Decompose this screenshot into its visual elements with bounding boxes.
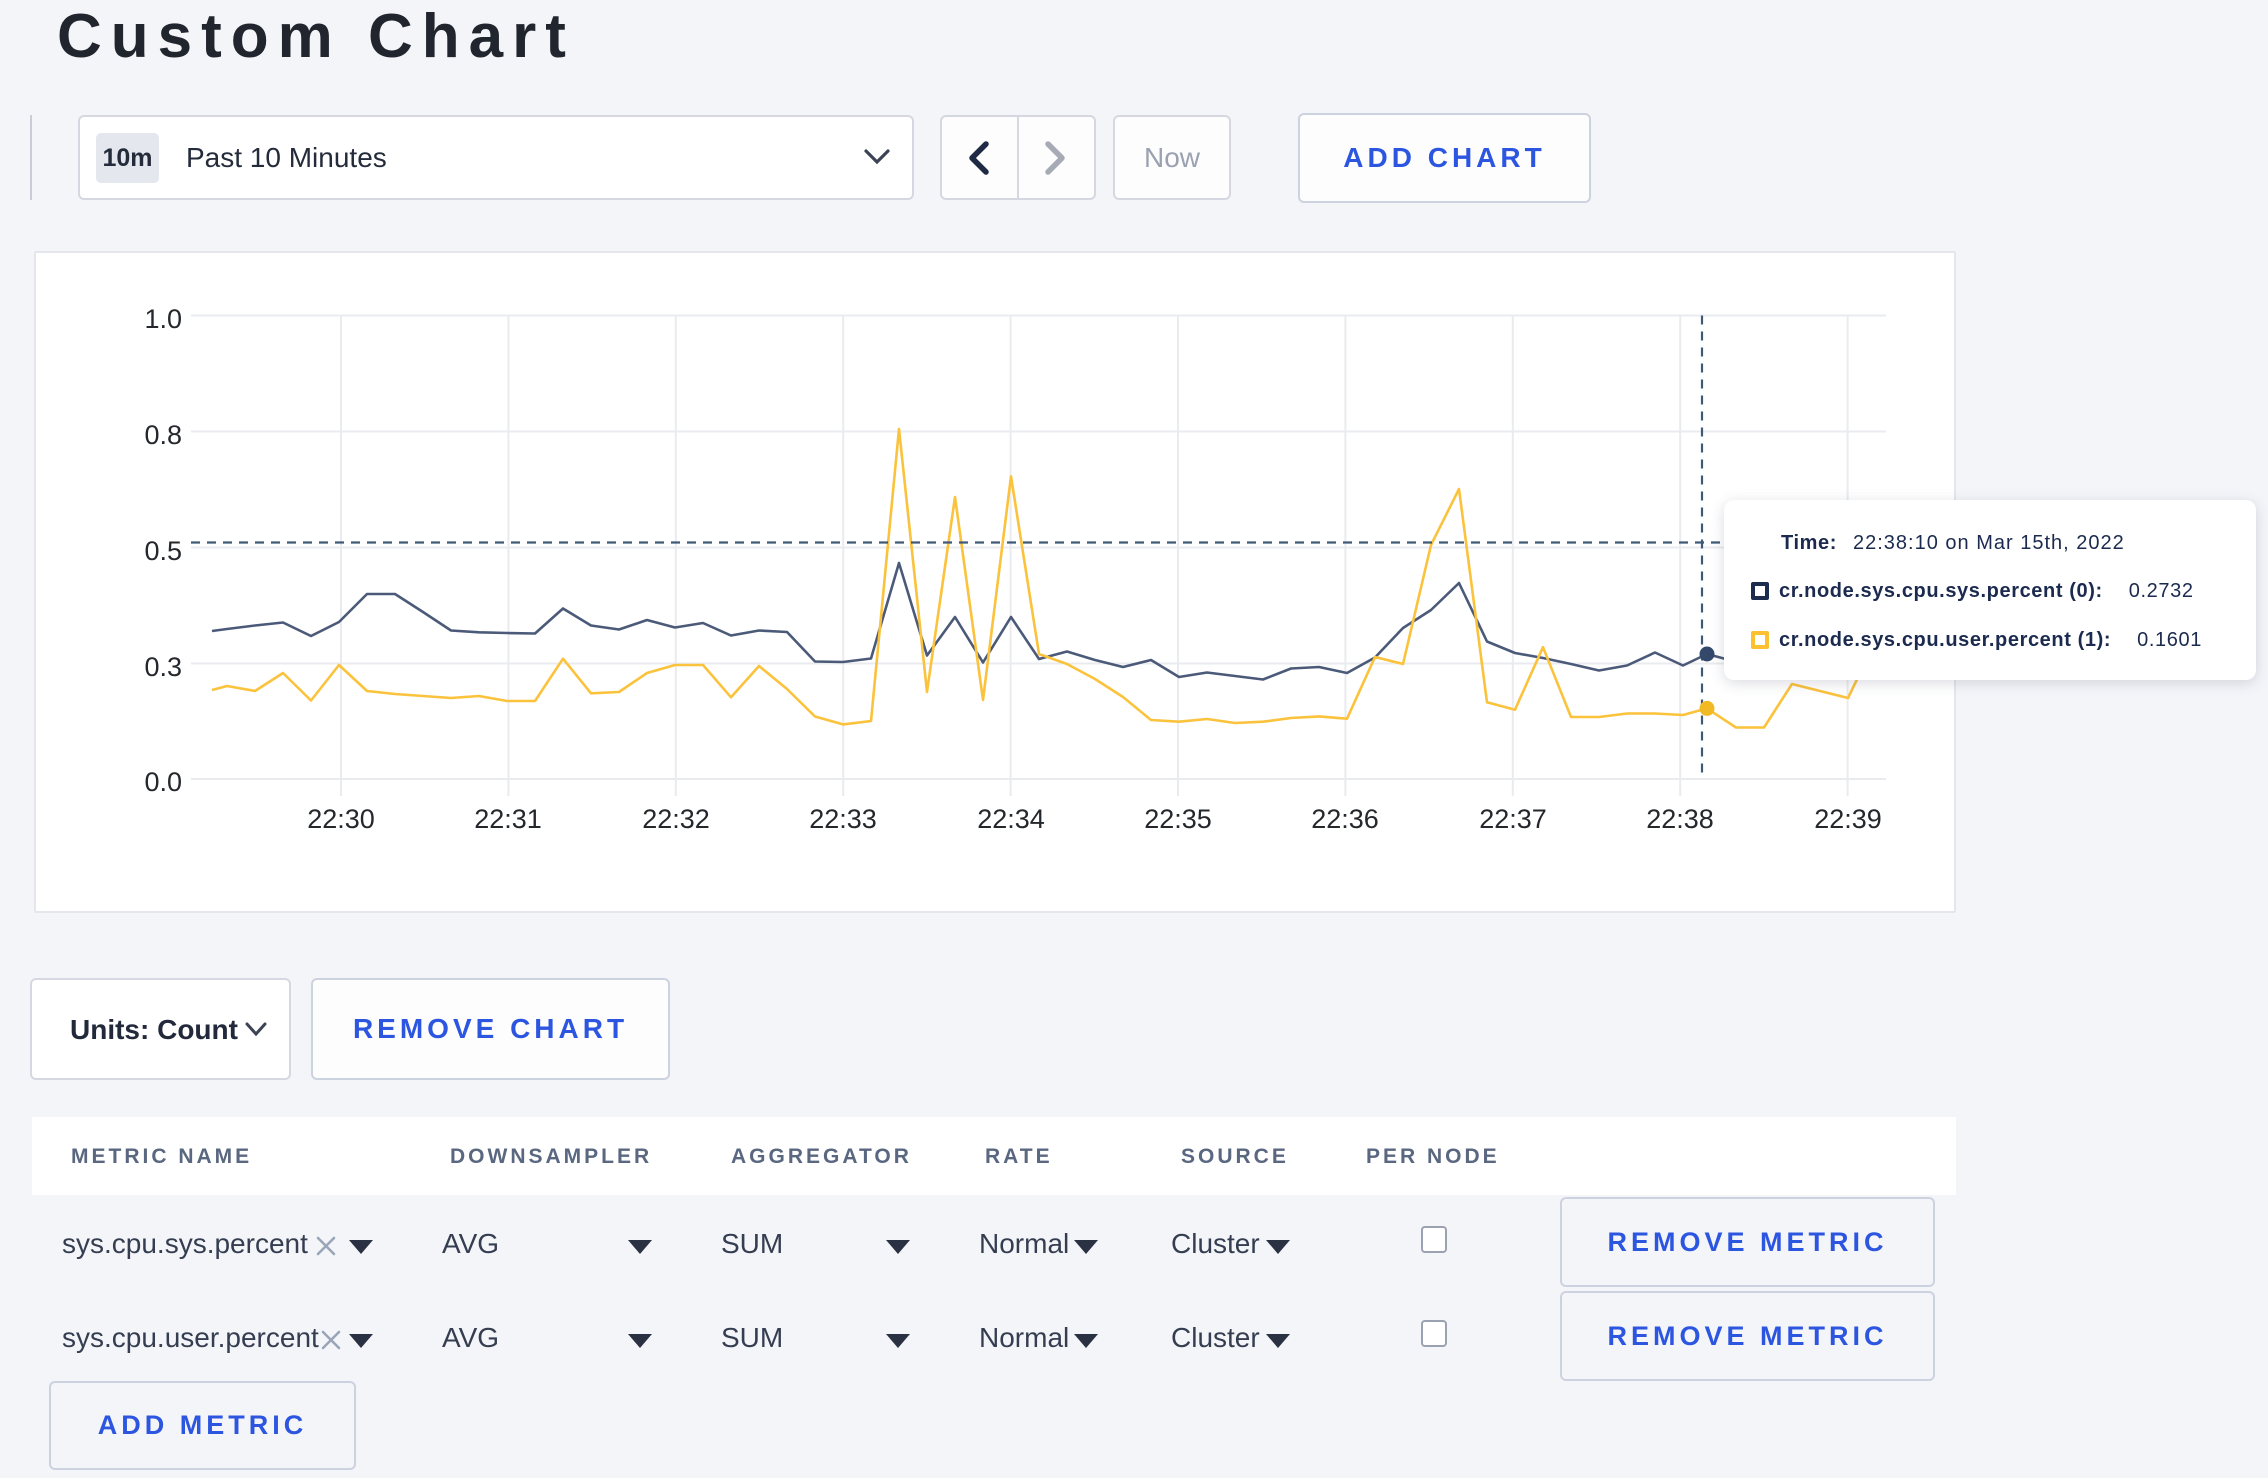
svg-text:22:37: 22:37 [1479,804,1547,834]
svg-text:0.8: 0.8 [144,420,182,450]
svg-text:22:31: 22:31 [474,804,542,834]
svg-text:22:39: 22:39 [1814,804,1882,834]
svg-text:0.3: 0.3 [144,652,182,682]
svg-text:1.0: 1.0 [144,304,182,334]
svg-text:22:34: 22:34 [977,804,1045,834]
svg-text:22:30: 22:30 [307,804,375,834]
svg-text:22:35: 22:35 [1144,804,1212,834]
svg-text:0.5: 0.5 [144,536,182,566]
svg-text:22:32: 22:32 [642,804,710,834]
svg-text:0.0: 0.0 [144,767,182,797]
svg-text:22:38: 22:38 [1646,804,1714,834]
svg-text:22:36: 22:36 [1311,804,1379,834]
svg-text:22:33: 22:33 [809,804,877,834]
